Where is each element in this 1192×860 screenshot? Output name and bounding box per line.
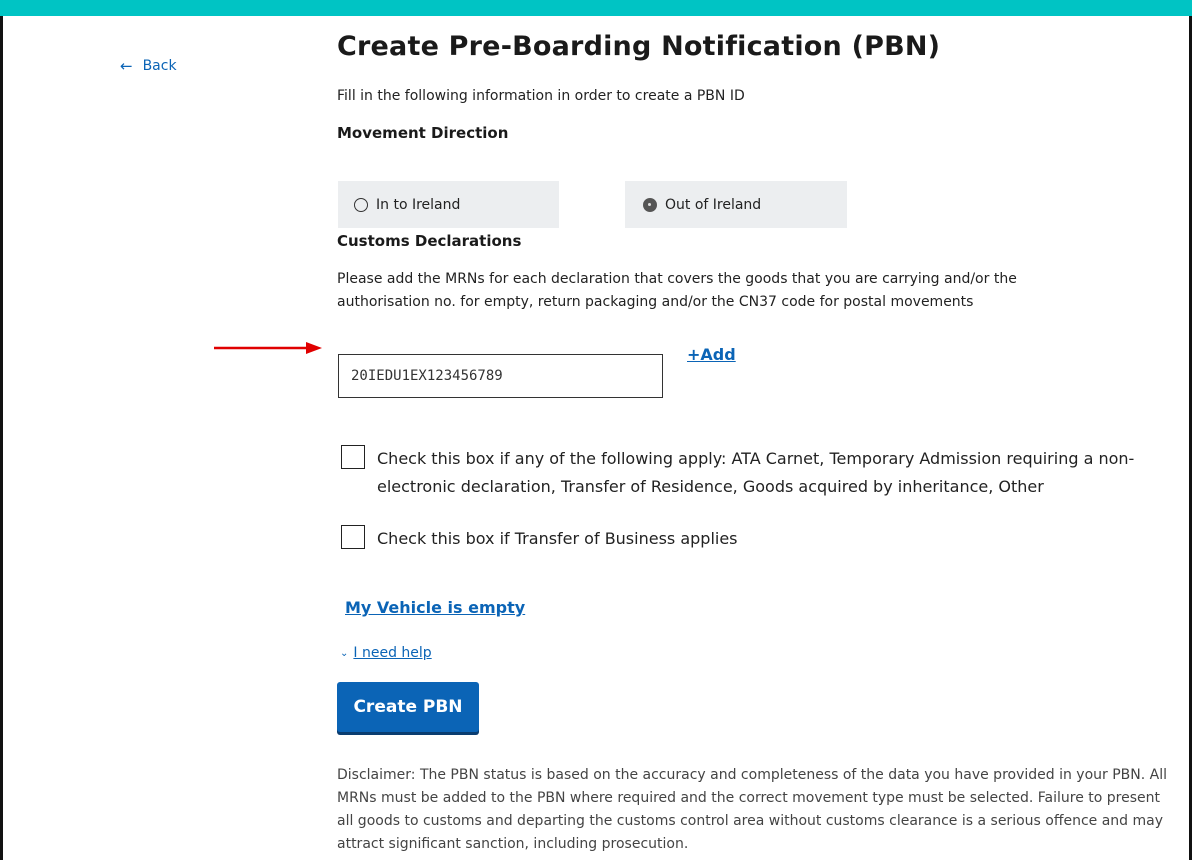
checkbox-row-special-cases: Check this box if any of the following a… <box>341 445 1171 501</box>
checkbox-transfer-of-business[interactable] <box>341 525 365 549</box>
radio-label: Out of Ireland <box>665 196 762 213</box>
back-label: Back <box>142 58 177 74</box>
help-toggle[interactable]: ⌄ I need help <box>340 645 432 661</box>
top-accent-bar <box>0 0 1192 16</box>
checkbox-label: Check this box if any of the following a… <box>377 449 1135 496</box>
radio-label: In to Ireland <box>376 196 461 213</box>
arrow-left-icon: ← <box>120 56 133 75</box>
radio-in-to-ireland[interactable]: In to Ireland <box>338 181 559 228</box>
disclaimer-text: Disclaimer: The PBN status is based on t… <box>337 767 1168 852</box>
radio-checked-icon <box>643 197 657 212</box>
customs-help-text: Please add the MRNs for each declaration… <box>337 271 1017 310</box>
radio-out-of-ireland[interactable]: Out of Ireland <box>625 181 847 228</box>
back-link[interactable]: ← Back <box>120 58 177 74</box>
help-toggle-label: I need help <box>353 645 432 661</box>
window-frame <box>0 0 1192 860</box>
mrn-input[interactable] <box>338 354 663 398</box>
add-mrn-link[interactable]: +Add <box>687 345 736 364</box>
checkbox-row-transfer-of-business: Check this box if Transfer of Business a… <box>341 525 738 553</box>
main-content: Create Pre-Boarding Notification (PBN) F… <box>337 22 1167 398</box>
page-intro: Fill in the following information in ord… <box>337 88 745 104</box>
chevron-down-icon: ⌄ <box>340 647 349 659</box>
annotation-arrow-icon <box>214 342 322 354</box>
checkbox-label: Check this box if Transfer of Business a… <box>377 529 738 548</box>
customs-declarations-heading: Customs Declarations <box>337 232 522 250</box>
checkbox-special-cases[interactable] <box>341 445 365 469</box>
vehicle-empty-link[interactable]: My Vehicle is empty <box>345 598 525 617</box>
radio-unchecked-icon <box>354 197 368 212</box>
create-pbn-button[interactable]: Create PBN <box>337 682 479 732</box>
movement-direction-heading: Movement Direction <box>337 124 509 142</box>
page-title: Create Pre-Boarding Notification (PBN) <box>337 31 941 62</box>
